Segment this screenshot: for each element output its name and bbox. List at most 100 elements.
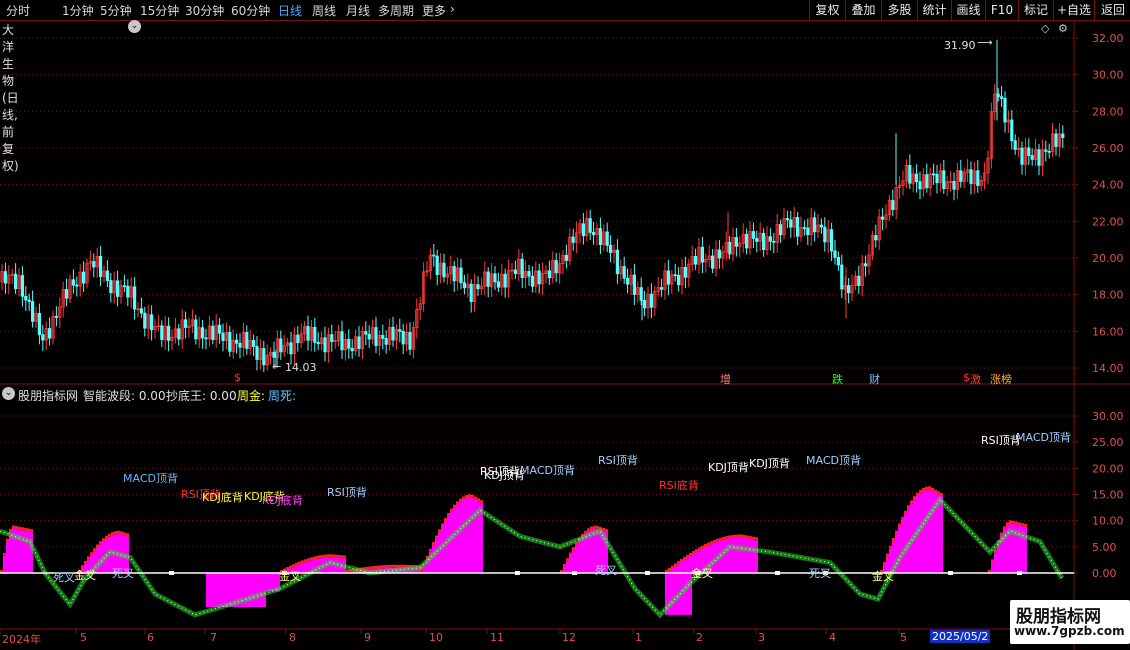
histogram-bar [212,573,215,608]
candle-body [65,289,69,299]
candle-body [925,174,929,189]
histogram-cap [126,533,129,537]
candle-body [272,351,276,358]
candle-body [306,326,310,341]
candle-body [1020,147,1024,165]
candle-body [99,255,103,277]
histogram-bar [450,511,453,573]
histogram-cap [1000,532,1003,536]
candle-body [234,339,239,344]
histogram-cap [471,494,474,498]
candle-body [503,273,507,288]
candle-body [932,173,936,176]
histogram-cap [752,536,755,540]
candle-body [1000,96,1004,99]
candle-body [717,249,722,259]
event-marker[interactable]: 激 [970,371,981,387]
candle-body [915,173,919,183]
candle-body [452,266,456,282]
event-marker[interactable]: 跌 [832,371,843,387]
candle-body [37,313,42,336]
histogram-cap [99,541,102,545]
candle-body [942,170,946,189]
histogram-bar [459,501,462,573]
histogram-cap [337,554,340,558]
candle-body [132,286,137,310]
histogram-cap [749,536,752,540]
highlight-date: 2025/05/2 [930,630,991,643]
candle-body [755,238,759,242]
candle-body [626,277,630,285]
candle-body [847,285,851,294]
histogram-bar [928,489,931,573]
candle-body [745,233,749,249]
histogram-cap [93,548,96,552]
candle-body [486,271,490,287]
histogram-cap [689,552,692,556]
histogram-cap [453,504,456,508]
histogram-bar [569,555,572,573]
candle-body [200,327,205,339]
histogram-bar [563,567,566,573]
cross-label: 死叉 [809,567,831,580]
grid-lines [0,37,1074,574]
indicator-series [0,486,1065,619]
candle-body [1061,133,1065,138]
histogram-cap [393,564,396,568]
candle-body [330,334,334,342]
candle-body [1010,119,1014,142]
price-tick-label: 22.00 [1092,215,1124,228]
candle-body [296,334,300,344]
price-tick-label: 26.00 [1092,142,1124,155]
histogram-cap [429,548,432,552]
histogram-cap [1009,520,1012,524]
candle-body [3,271,7,284]
histogram-cap [716,538,719,542]
candle-body [149,314,154,331]
event-marker[interactable]: 财 [869,371,880,387]
candle-body [82,271,86,284]
histogram-bar [901,519,904,573]
histogram-bar [686,557,689,573]
candle-body [796,217,800,237]
candle-body [891,200,895,210]
histogram-bar [575,545,578,573]
histogram-cap [108,533,111,537]
arrow-right-icon: ⟶ [977,36,993,49]
candle-body [537,270,541,285]
histogram-cap [728,535,731,539]
histogram-bar [749,539,752,573]
time-label: 9 [364,631,371,644]
candle-body [802,227,807,229]
price-tick-label: 14.00 [1092,362,1124,375]
candle-body [728,241,732,255]
event-marker[interactable]: 增 [720,371,731,387]
histogram-cap [569,552,572,556]
candle-body [1003,97,1007,123]
histogram-cap [1015,521,1018,525]
candle-body [251,339,256,347]
histogram-cap [680,559,683,563]
candle-body [1030,155,1034,160]
histogram-cap [740,534,743,538]
histogram-cap [692,550,695,554]
candle-body [401,330,405,345]
histogram-cap [886,553,889,557]
histogram-cap [447,513,450,517]
annotation-label: KDJ顶背 [749,457,790,470]
candle-body [367,333,371,340]
histogram-cap [84,560,87,564]
histogram-bar [462,499,465,573]
candle-body [785,218,790,221]
event-marker[interactable]: 涨榜 [990,371,1012,387]
event-marker[interactable]: $ [963,371,970,384]
candle-body [711,255,715,269]
time-label: 11 [490,631,504,644]
histogram-cap [444,518,447,522]
candle-body [588,218,592,233]
candle-body [255,346,259,360]
histogram-cap [889,545,892,549]
cross-label: 金叉 [691,567,713,580]
histogram-bar [27,531,30,573]
event-marker[interactable]: $ [234,371,241,384]
